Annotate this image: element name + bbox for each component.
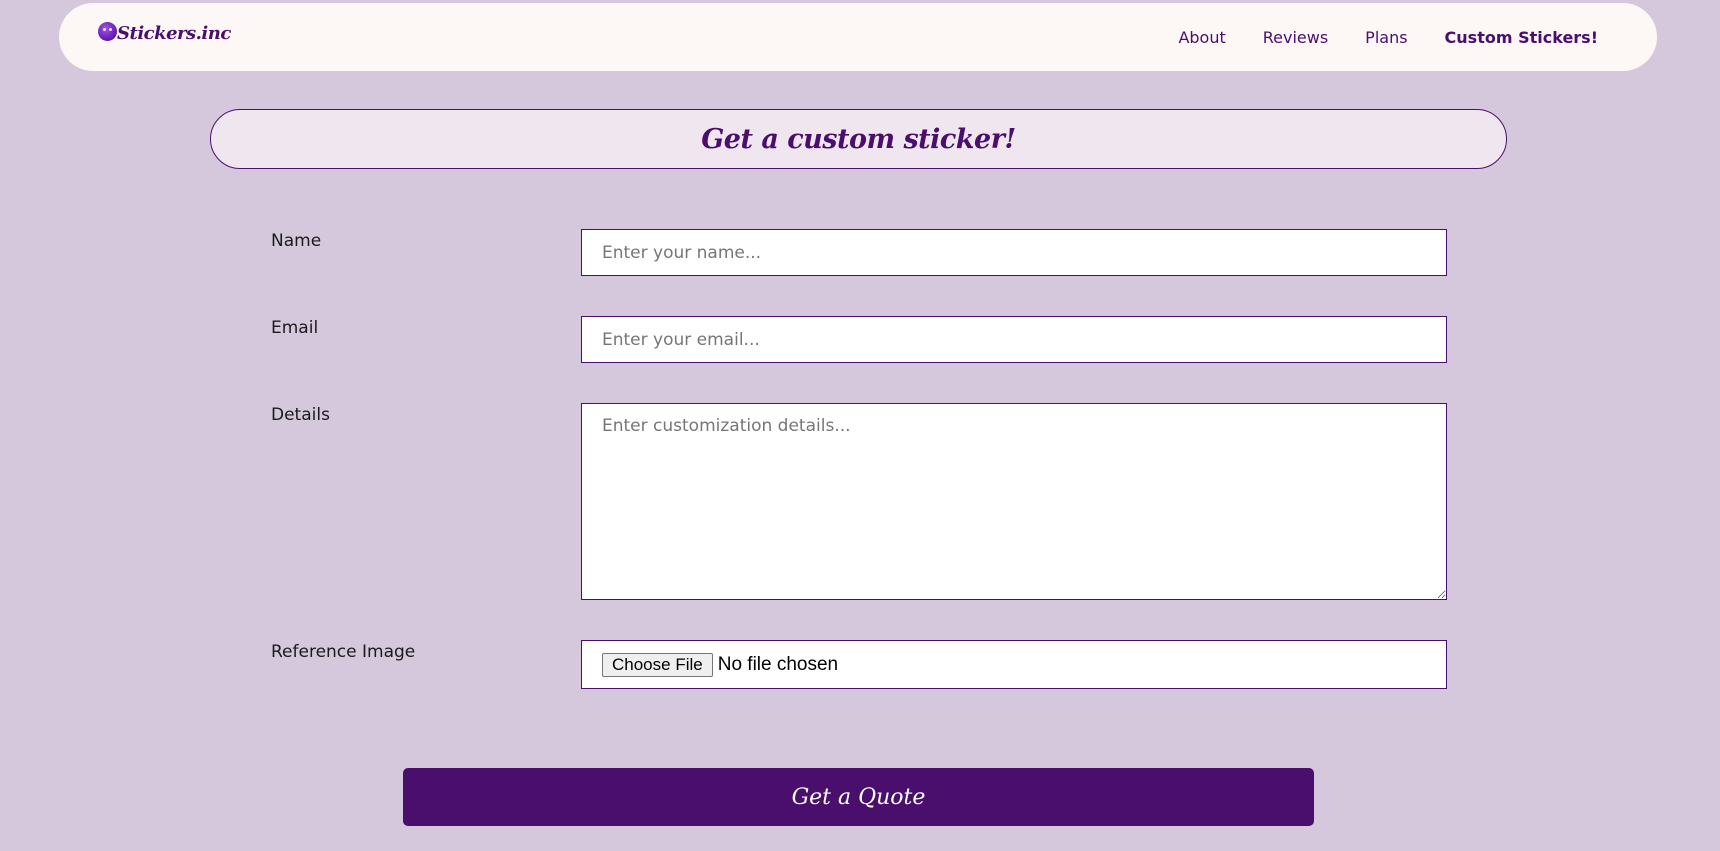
reference-image-file-input[interactable]: Choose File No file chosen	[581, 640, 1447, 689]
nav-links: About Reviews Plans Custom Stickers!	[1141, 28, 1598, 47]
page-title: Get a custom sticker!	[701, 123, 1016, 155]
nav-link-custom-stickers[interactable]: Custom Stickers!	[1445, 28, 1598, 47]
email-input[interactable]	[581, 316, 1447, 363]
details-textarea[interactable]	[581, 403, 1447, 600]
nav-link-reviews[interactable]: Reviews	[1263, 28, 1328, 47]
page-title-banner: Get a custom sticker!	[210, 109, 1507, 169]
reference-image-label: Reference Image	[271, 642, 416, 662]
brand-name: Stickers.inc	[117, 23, 231, 44]
get-quote-button[interactable]: Get a Quote	[403, 768, 1314, 826]
nav-link-plans[interactable]: Plans	[1365, 28, 1407, 47]
email-label: Email	[271, 318, 319, 338]
brand[interactable]: Stickers.inc	[98, 22, 231, 44]
file-status-text: No file chosen	[717, 653, 839, 675]
top-navbar: Stickers.inc About Reviews Plans Custom …	[59, 3, 1657, 71]
name-label: Name	[271, 231, 322, 251]
details-label: Details	[271, 405, 330, 425]
name-input[interactable]	[581, 229, 1447, 276]
choose-file-button[interactable]: Choose File	[602, 652, 713, 677]
nav-link-about[interactable]: About	[1178, 28, 1225, 47]
smiley-sticker-icon	[98, 22, 117, 41]
